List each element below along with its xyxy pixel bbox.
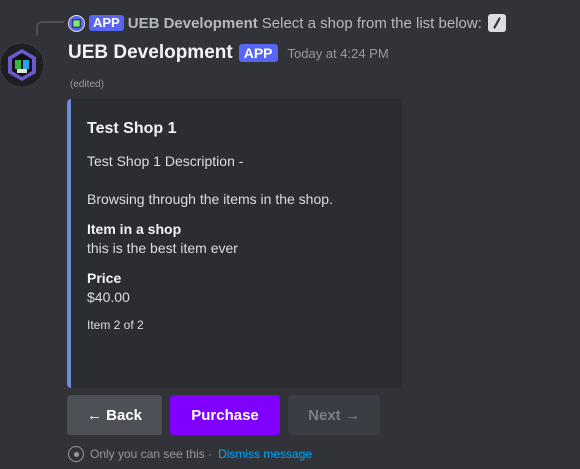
shop-embed: Test Shop 1 Test Shop 1 Description - Br… [67, 99, 402, 388]
embed-field: Item in a shop this is the best item eve… [87, 220, 386, 258]
slash-command-icon [487, 14, 506, 32]
embed-title: Test Shop 1 [87, 120, 177, 137]
embed-field: Price $40.00 [87, 269, 386, 307]
app-tag: APP [238, 44, 278, 62]
message-view: APP UEB Development Select a shop from t… [0, 0, 580, 469]
back-button[interactable]: ← Back [67, 395, 162, 435]
field-value: $40.00 [87, 289, 130, 305]
purchase-button[interactable]: Purchase [170, 395, 280, 435]
reply-app-tag: APP [89, 15, 124, 31]
field-name: Price [87, 270, 122, 286]
reply-author[interactable]: UEB Development [128, 15, 258, 32]
bot-avatar-icon [68, 14, 85, 32]
next-button: Next → [288, 395, 380, 435]
edited-label: (edited) [70, 79, 104, 90]
message-header: UEB Development APP Today at 4:24 PM [68, 42, 389, 64]
reply-reference[interactable]: APP UEB Development Select a shop from t… [68, 13, 506, 33]
embed-footer: Item 2 of 2 [87, 318, 144, 332]
reply-text[interactable]: Select a shop from the list below: [262, 15, 482, 32]
eye-icon [68, 446, 84, 462]
avatar[interactable] [0, 43, 44, 87]
ephemeral-text: Only you can see this · [90, 447, 213, 461]
embed-description: Test Shop 1 Description - Browsing throu… [87, 153, 333, 207]
ephemeral-notice: Only you can see this · Dismiss message [68, 446, 312, 462]
field-name: Item in a shop [87, 221, 182, 237]
field-value: this is the best item ever [87, 240, 238, 256]
action-row: ← Back Purchase Next → [67, 395, 380, 435]
message-author[interactable]: UEB Development [68, 42, 233, 64]
message-timestamp[interactable]: Today at 4:24 PM [288, 46, 389, 61]
dismiss-message-link[interactable]: Dismiss message [218, 447, 312, 461]
reply-spine [36, 21, 64, 35]
